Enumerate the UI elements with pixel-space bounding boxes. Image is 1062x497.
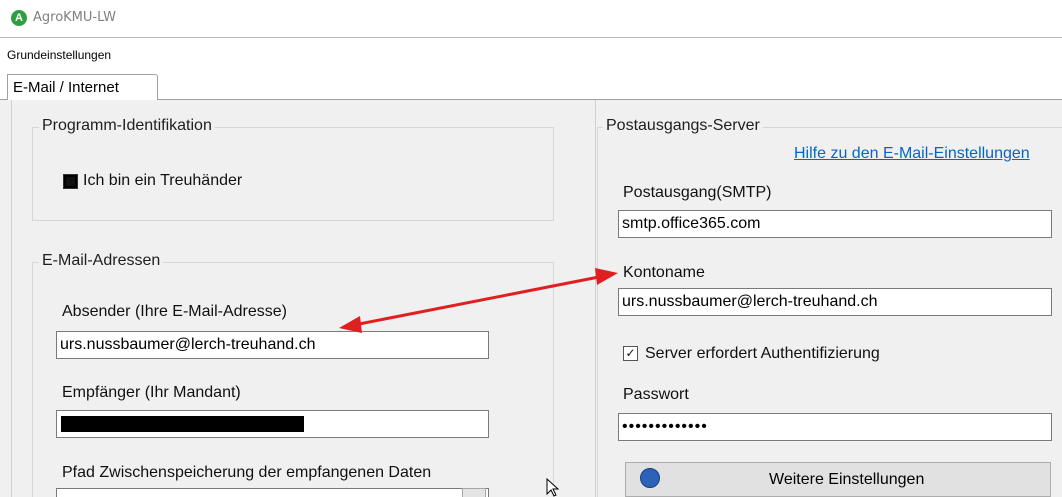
tab-label: E-Mail / Internet <box>13 79 119 96</box>
treuhaender-checkbox[interactable] <box>63 174 78 189</box>
smtp-server-field[interactable]: smtp.office365.com <box>618 210 1052 238</box>
email-addresses-title: E-Mail-Adressen <box>39 252 164 270</box>
menu-grundeinstellungen[interactable]: Grundeinstellungen <box>7 48 111 62</box>
more-settings-label: Weitere Einstellungen <box>769 471 925 488</box>
account-label: Kontoname <box>623 264 705 281</box>
tab-email-internet[interactable]: E-Mail / Internet <box>7 74 158 101</box>
window-titlebar: A AgroKMU-LW <box>0 0 1062 38</box>
account-name-field[interactable]: urs.nussbaumer@lerch-treuhand.ch <box>618 288 1052 316</box>
smtp-label: Postausgang(SMTP) <box>623 184 772 201</box>
window-title: AgroKMU-LW <box>33 10 117 25</box>
treuhaender-label: Ich bin ein Treuhänder <box>83 172 243 189</box>
mouse-cursor-icon <box>546 478 560 497</box>
path-browse-button[interactable] <box>462 488 486 497</box>
password-label: Passwort <box>623 386 689 403</box>
sender-label: Absender (Ihre E-Mail-Adresse) <box>62 303 287 320</box>
email-settings-help-link[interactable]: Hilfe zu den E-Mail-Einstellungen <box>794 145 1030 163</box>
outgoing-server-title: Postausgangs-Server <box>603 117 763 135</box>
sender-email-field[interactable]: urs.nussbaumer@lerch-treuhand.ch <box>56 331 489 359</box>
program-id-title: Programm-Identifikation <box>39 117 215 135</box>
menu-bar: Grundeinstellungen <box>0 39 1062 72</box>
path-label: Pfad Zwischenspeicherung der empfangenen… <box>62 464 432 481</box>
more-settings-button[interactable]: Weitere Einstellungen <box>625 462 1051 497</box>
tab-strip <box>0 72 1062 100</box>
auth-required-label: Server erfordert Authentifizierung <box>645 345 880 362</box>
recipient-label: Empfänger (Ihr Mandant) <box>62 384 241 401</box>
globe-icon <box>640 468 660 488</box>
email-addresses-group <box>32 262 554 497</box>
recipient-email-field[interactable] <box>56 410 489 438</box>
auth-required-checkbox[interactable]: ✓ <box>623 346 638 361</box>
password-field[interactable]: ••••••••••••• <box>618 413 1052 441</box>
path-field[interactable] <box>56 488 489 497</box>
redacted-value <box>61 416 304 432</box>
app-logo-icon: A <box>11 10 27 26</box>
